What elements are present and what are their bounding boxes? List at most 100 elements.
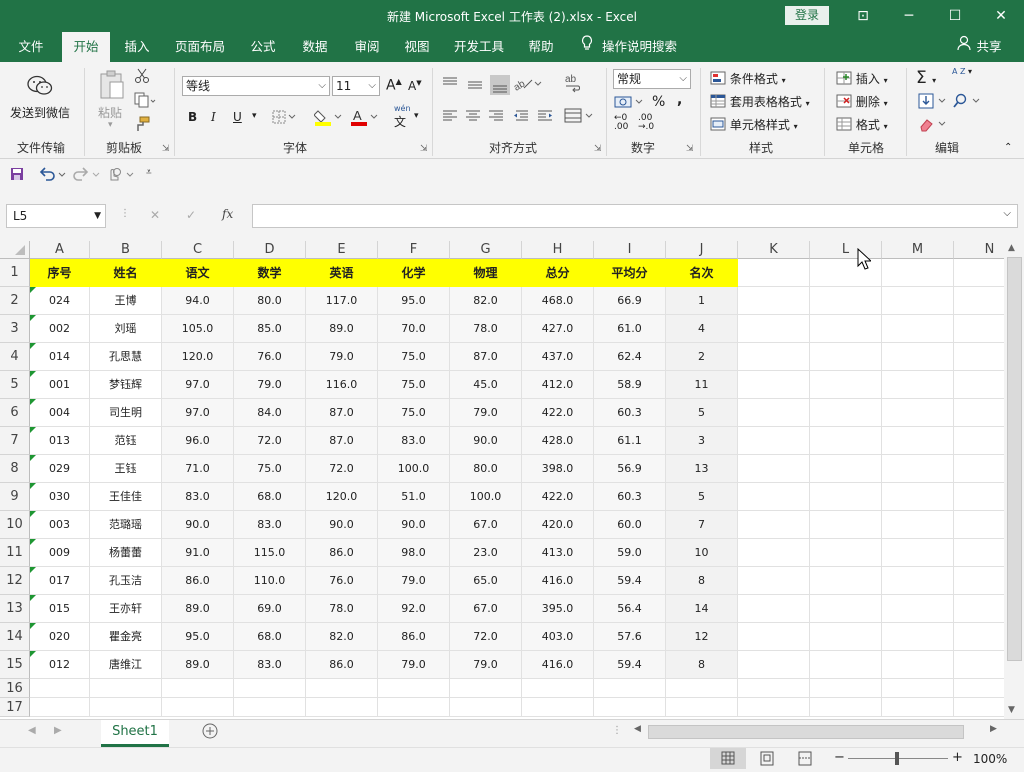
table-cell[interactable]: 030: [30, 483, 90, 511]
name-box[interactable]: L5 ▼: [6, 204, 106, 228]
font-name-combobox[interactable]: 等线 ⌵: [182, 76, 330, 96]
row-header-10[interactable]: 10: [0, 511, 30, 539]
table-cell[interactable]: 95.0: [378, 287, 450, 315]
empty-cell[interactable]: [30, 698, 90, 717]
table-cell[interactable]: 5: [666, 399, 738, 427]
table-cell[interactable]: 009: [30, 539, 90, 567]
table-cell[interactable]: 86.0: [378, 623, 450, 651]
table-cell[interactable]: 58.9: [594, 371, 666, 399]
tab-view[interactable]: 视图: [394, 32, 440, 62]
touch-mode-icon[interactable]: [106, 166, 136, 185]
page-break-view-button[interactable]: [790, 748, 820, 769]
table-cell[interactable]: 85.0: [234, 315, 306, 343]
format-painter-icon[interactable]: [134, 116, 150, 135]
table-cell[interactable]: 90.0: [378, 511, 450, 539]
insert-function-icon[interactable]: fx: [222, 207, 233, 221]
empty-cell[interactable]: [954, 623, 1004, 651]
table-cell[interactable]: 437.0: [522, 343, 594, 371]
table-cell[interactable]: 57.6: [594, 623, 666, 651]
empty-cell[interactable]: [882, 698, 954, 717]
table-cell[interactable]: 梦钰辉: [90, 371, 162, 399]
table-header-cell[interactable]: 平均分: [594, 259, 666, 287]
scroll-up-icon[interactable]: ▲: [1008, 243, 1015, 253]
table-cell[interactable]: 60.3: [594, 483, 666, 511]
table-cell[interactable]: 014: [30, 343, 90, 371]
empty-cell[interactable]: [306, 679, 378, 698]
undo-icon[interactable]: [38, 166, 68, 185]
table-cell[interactable]: 61.1: [594, 427, 666, 455]
table-header-cell[interactable]: 名次: [666, 259, 738, 287]
fill-color-icon[interactable]: [313, 108, 342, 129]
tab-file[interactable]: 文件: [6, 32, 56, 62]
empty-cell[interactable]: [738, 343, 810, 371]
table-cell[interactable]: 4: [666, 315, 738, 343]
empty-cell[interactable]: [810, 539, 882, 567]
zoom-in-button[interactable]: +: [952, 750, 963, 765]
empty-cell[interactable]: [810, 567, 882, 595]
empty-cell[interactable]: [954, 651, 1004, 679]
empty-cell[interactable]: [738, 567, 810, 595]
table-cell[interactable]: 83.0: [162, 483, 234, 511]
empty-cell[interactable]: [810, 679, 882, 698]
table-cell[interactable]: 89.0: [162, 651, 234, 679]
tab-developer[interactable]: 开发工具: [446, 32, 512, 62]
table-cell[interactable]: 87.0: [306, 427, 378, 455]
empty-cell[interactable]: [810, 315, 882, 343]
column-header-c[interactable]: C: [162, 241, 234, 259]
table-cell[interactable]: 79.0: [450, 399, 522, 427]
row-header-5[interactable]: 5: [0, 371, 30, 399]
table-cell[interactable]: 范璐瑶: [90, 511, 162, 539]
empty-cell[interactable]: [954, 427, 1004, 455]
hscroll-right-icon[interactable]: ▶: [990, 724, 997, 734]
tell-me-search[interactable]: 操作说明搜索: [602, 32, 692, 62]
shrink-font-button[interactable]: A▼: [408, 79, 422, 93]
table-cell[interactable]: 刘瑶: [90, 315, 162, 343]
table-cell[interactable]: 孔思慧: [90, 343, 162, 371]
empty-cell[interactable]: [90, 679, 162, 698]
empty-cell[interactable]: [738, 287, 810, 315]
empty-cell[interactable]: [882, 539, 954, 567]
cell-styles-button[interactable]: 单元格样式 ▾: [710, 116, 798, 134]
column-header-b[interactable]: B: [90, 241, 162, 259]
table-cell[interactable]: 59.0: [594, 539, 666, 567]
table-cell[interactable]: 413.0: [522, 539, 594, 567]
table-cell[interactable]: 84.0: [234, 399, 306, 427]
table-cell[interactable]: 5: [666, 483, 738, 511]
empty-cell[interactable]: [738, 698, 810, 717]
borders-icon[interactable]: [272, 110, 296, 127]
clipboard-launcher-icon[interactable]: ⇲: [162, 144, 170, 154]
table-cell[interactable]: 68.0: [234, 483, 306, 511]
find-select-icon[interactable]: [952, 93, 982, 112]
grow-font-button[interactable]: A▲: [386, 77, 402, 94]
table-cell[interactable]: 120.0: [162, 343, 234, 371]
table-cell[interactable]: 71.0: [162, 455, 234, 483]
empty-cell[interactable]: [954, 343, 1004, 371]
table-cell[interactable]: 012: [30, 651, 90, 679]
table-cell[interactable]: 23.0: [450, 539, 522, 567]
formula-input[interactable]: ⌵: [252, 204, 1018, 228]
table-cell[interactable]: 416.0: [522, 567, 594, 595]
row-header-16[interactable]: 16: [0, 679, 30, 698]
normal-view-button[interactable]: [710, 748, 746, 769]
horizontal-scroll-thumb[interactable]: [648, 725, 964, 739]
empty-cell[interactable]: [810, 623, 882, 651]
merge-center-icon[interactable]: [564, 108, 594, 127]
table-cell[interactable]: 001: [30, 371, 90, 399]
empty-cell[interactable]: [666, 698, 738, 717]
table-cell[interactable]: 422.0: [522, 483, 594, 511]
column-header-i[interactable]: I: [594, 241, 666, 259]
column-header-d[interactable]: D: [234, 241, 306, 259]
empty-cell[interactable]: [882, 315, 954, 343]
empty-cell[interactable]: [306, 698, 378, 717]
empty-cell[interactable]: [810, 483, 882, 511]
table-cell[interactable]: 王亦轩: [90, 595, 162, 623]
orientation-icon[interactable]: ab: [512, 74, 542, 95]
empty-cell[interactable]: [882, 567, 954, 595]
empty-cell[interactable]: [162, 698, 234, 717]
empty-cell[interactable]: [738, 399, 810, 427]
share-button[interactable]: 共享: [974, 32, 1004, 62]
table-header-cell[interactable]: 物理: [450, 259, 522, 287]
align-left-icon[interactable]: [440, 108, 558, 127]
table-cell[interactable]: 003: [30, 511, 90, 539]
row-header-6[interactable]: 6: [0, 399, 30, 427]
